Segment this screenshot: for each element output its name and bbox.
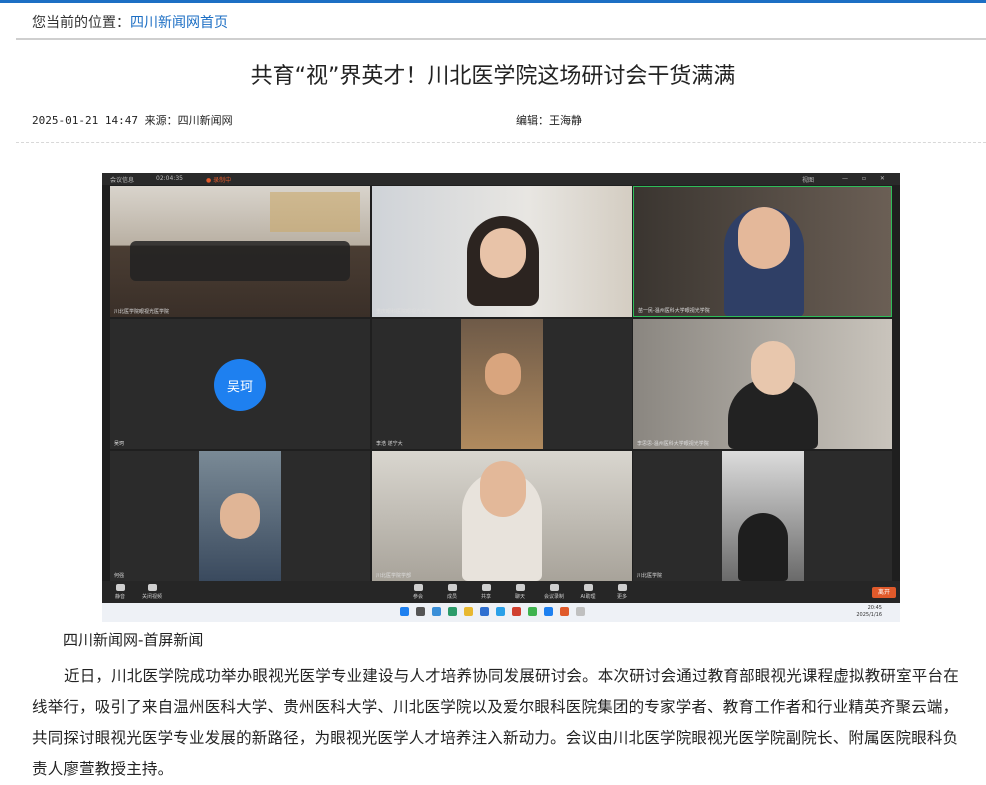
view-label: 视图 <box>802 177 815 184</box>
tile-label: 何强 <box>114 573 125 579</box>
video-tile-2: 重庆眼科医院眼视光学院 <box>372 186 632 317</box>
meeting-topbar: 会议信息 02:04:35 ● 录制中 视图 — ▫ ✕ <box>102 173 900 185</box>
microphone-icon <box>115 584 125 591</box>
search-icon[interactable] <box>432 607 441 616</box>
participant-avatar: 吴珂 <box>214 359 266 411</box>
face-shape <box>220 493 260 539</box>
tile-label: 川北医学院学部 <box>376 573 412 579</box>
participants-label: 参会 <box>412 594 423 600</box>
share-label: 共享 <box>480 594 491 600</box>
wall-plaques-shape <box>270 192 360 232</box>
ai-icon <box>583 584 593 591</box>
tile-label: 重庆眼科医院眼视光学院 <box>376 309 432 315</box>
video-tile-1: 川北医学院眼视光医学院 <box>110 186 370 317</box>
article-photo: 会议信息 02:04:35 ● 录制中 视图 — ▫ ✕ 川北医学院眼视光医学院… <box>102 173 900 622</box>
top-accent-line <box>0 0 986 3</box>
tile-label: 李思思-温州医科大学眼视光学院 <box>637 441 709 447</box>
wps-icon[interactable] <box>512 607 521 616</box>
article-editor: 编辑：王海静 <box>516 114 582 127</box>
window-controls-icon: — ▫ ✕ <box>842 175 891 182</box>
face-shape <box>480 228 526 278</box>
people-group-shape <box>130 241 350 281</box>
meeting-timer: 02:04:35 <box>156 175 183 182</box>
misc-app-icon[interactable] <box>576 607 585 616</box>
breadcrumb-prefix: 您当前的位置： <box>32 15 130 31</box>
edge-icon[interactable] <box>448 607 457 616</box>
participant-shape <box>738 513 788 581</box>
participants-button[interactable]: 参会 <box>404 584 432 600</box>
share-button[interactable]: 共享 <box>472 584 500 600</box>
mute-label: 静音 <box>114 594 125 600</box>
tile-label: 苗一民-温州医科大学眼视光学院 <box>638 308 710 314</box>
ai-assistant-button[interactable]: AI助理 <box>574 584 602 600</box>
folder-icon[interactable] <box>464 607 473 616</box>
breadcrumb: 您当前的位置：四川新闻网首页 <box>32 12 228 32</box>
video-tile-3: 苗一民-温州医科大学眼视光学院 <box>633 186 892 317</box>
stop-video-button[interactable]: 关闭视频 <box>138 584 166 600</box>
chat-icon <box>515 584 525 591</box>
system-clock: 20:45 2025/1/16 <box>856 605 882 619</box>
photo-caption: 四川新闻网-首屏新闻 <box>63 631 204 649</box>
meeting-toolbar: 静音 关闭视频 参会 成员 共享 聊天 会议录制 AI助理 更多 离开 <box>102 581 900 603</box>
clock-time: 20:45 <box>867 605 882 611</box>
tile-label: 川北医学院 <box>637 573 663 579</box>
people-icon <box>413 584 423 591</box>
record-label: 会议录制 <box>543 594 564 600</box>
video-tile-8: 川北医学院学部 <box>372 451 632 581</box>
video-tile-9: 川北医学院 <box>633 451 892 581</box>
wechat-icon[interactable] <box>528 607 537 616</box>
more-icon <box>617 584 627 591</box>
members-label: 成员 <box>446 594 457 600</box>
face-shape <box>480 461 526 517</box>
record-button[interactable]: 会议录制 <box>540 584 568 600</box>
recording-indicator: ● 录制中 <box>206 177 232 184</box>
breadcrumb-home-link[interactable]: 四川新闻网首页 <box>130 15 228 31</box>
start-icon[interactable] <box>400 607 409 616</box>
meeting-info-label: 会议信息 <box>110 177 135 184</box>
video-tile-7: 何强 <box>110 451 370 581</box>
tile-label: 李浩 遂宁大 <box>376 441 403 447</box>
chat-label: 聊天 <box>514 594 525 600</box>
face-shape <box>738 207 790 269</box>
share-icon <box>481 584 491 591</box>
office-icon[interactable] <box>560 607 569 616</box>
windows-taskbar: 20:45 2025/1/16 <box>102 603 900 622</box>
face-shape <box>485 353 521 395</box>
article-title: 共育“视”界英才！川北医学院这场研讨会干货满满 <box>250 64 736 89</box>
video-tile-5: 李浩 遂宁大 <box>372 319 632 449</box>
video-tile-6: 李思思-温州医科大学眼视光学院 <box>633 319 892 449</box>
app-icon[interactable] <box>496 607 505 616</box>
tile-label: 川北医学院眼视光医学院 <box>114 309 170 315</box>
camera-icon <box>147 584 157 591</box>
tile-label: 吴珂 <box>114 441 125 447</box>
video-tile-4: 吴珂 吴珂 <box>110 319 370 449</box>
members-button[interactable]: 成员 <box>438 584 466 600</box>
stop-video-label: 关闭视频 <box>141 594 162 600</box>
mute-button[interactable]: 静音 <box>106 584 134 600</box>
clock-date: 2025/1/16 <box>856 612 882 618</box>
members-icon <box>447 584 457 591</box>
article-paragraph: 近日，川北医学院成功举办眼视光医学专业建设与人才培养协同发展研讨会。本次研讨会通… <box>32 667 959 778</box>
face-shape <box>751 341 795 395</box>
leave-button[interactable]: 离开 <box>872 587 896 598</box>
more-button[interactable]: 更多 <box>608 584 636 600</box>
meta-divider <box>16 142 986 143</box>
ai-assistant-label: AI助理 <box>580 594 596 600</box>
meeting-app-icon[interactable] <box>544 607 553 616</box>
more-label: 更多 <box>616 594 627 600</box>
task-view-icon[interactable] <box>416 607 425 616</box>
record-icon <box>549 584 559 591</box>
chat-button[interactable]: 聊天 <box>506 584 534 600</box>
header-divider <box>16 38 986 40</box>
article-date-source: 2025-01-21 14:47 来源：四川新闻网 <box>32 114 233 127</box>
store-icon[interactable] <box>480 607 489 616</box>
